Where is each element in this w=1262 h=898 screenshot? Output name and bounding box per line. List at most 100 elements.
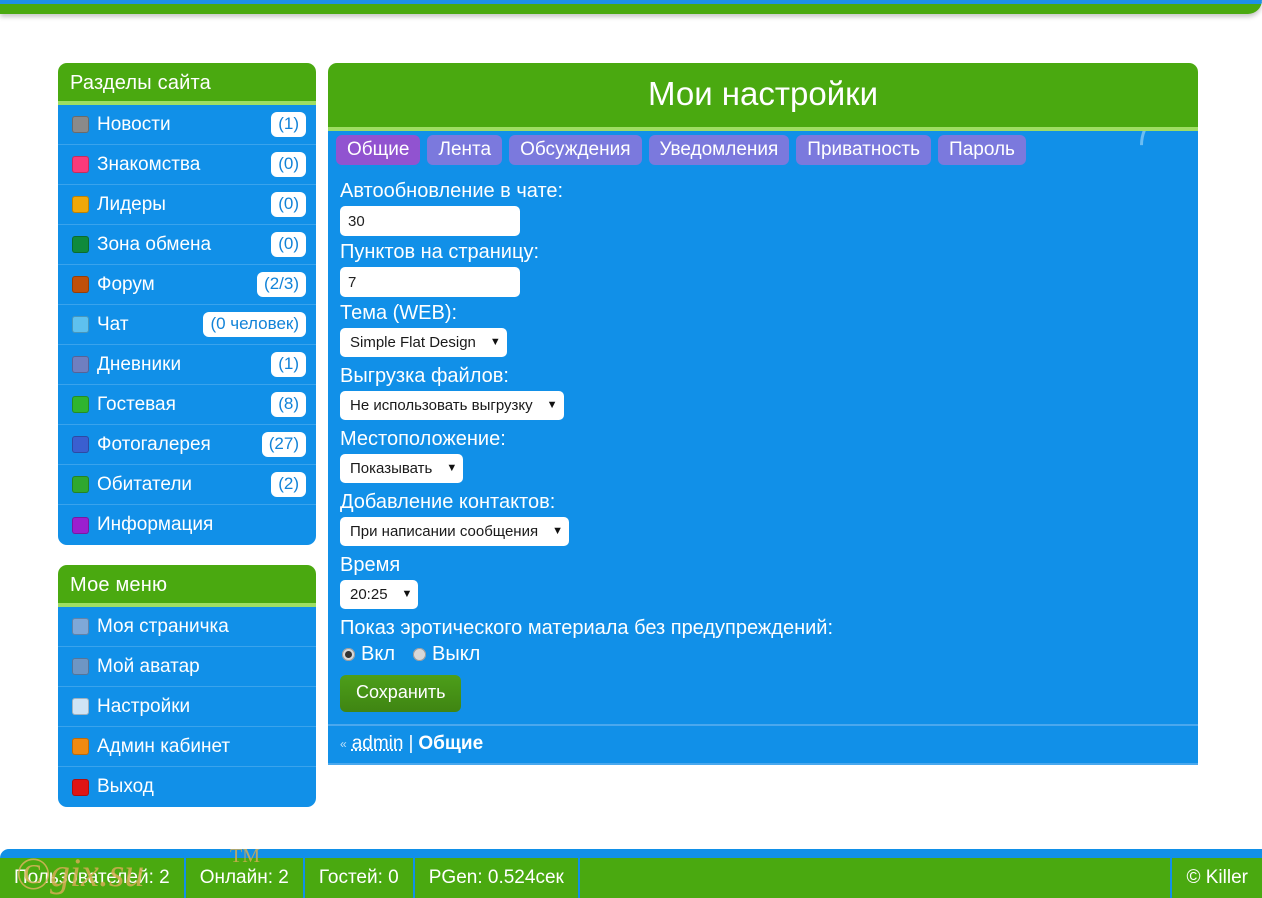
- radio-off-label[interactable]: Выкл: [432, 643, 480, 666]
- sidebar-header-mymenu: Мое меню: [58, 565, 316, 607]
- sidebar-item-8[interactable]: Гостевая (8): [58, 385, 316, 425]
- location-select[interactable]: Показывать ▼: [340, 454, 464, 483]
- sidebar-item-badge: (0 человек): [203, 312, 306, 337]
- sidebar-item-1[interactable]: Моя страничка: [58, 607, 316, 647]
- sidebar-item-badge: (0): [271, 192, 306, 217]
- breadcrumb-separator: |: [408, 733, 414, 754]
- sidebar-item-4[interactable]: Админ кабинет: [58, 727, 316, 767]
- radio-off[interactable]: [412, 648, 426, 661]
- tab-4[interactable]: Уведомления: [648, 135, 790, 165]
- sidebar-item-2[interactable]: Мой аватар: [58, 647, 316, 687]
- breadcrumb-user-link[interactable]: admin: [352, 733, 404, 755]
- sidebar-item-3[interactable]: Лидеры (0): [58, 185, 316, 225]
- label-theme: Тема (WEB):: [340, 302, 458, 324]
- label-contacts: Добавление контактов:: [340, 491, 556, 513]
- upload-select[interactable]: Не использовать выгрузку ▼: [340, 391, 564, 420]
- sidebar-item-5[interactable]: Форум (2/3): [58, 265, 316, 305]
- sidebar-item-1[interactable]: Новости (1): [58, 105, 316, 145]
- sidebar-item-badge: (0): [271, 152, 306, 177]
- chat-icon: [72, 316, 89, 333]
- sidebar-list-mymenu: Моя страничка Мой аватар Настройки Админ ка…: [58, 607, 316, 807]
- sidebar-item-badge: (27): [261, 432, 306, 457]
- sidebar-item-badge: (2/3): [257, 272, 306, 297]
- sidebar-item-badge: (0): [271, 232, 306, 257]
- admin-icon: [72, 738, 89, 755]
- sidebar-item-badge: (1): [271, 352, 306, 377]
- sidebar-item-label: Админ кабинет: [97, 735, 231, 757]
- sidebar-item-9[interactable]: Фотогалерея (27): [58, 425, 316, 465]
- theme-select[interactable]: Simple Flat Design ▼: [340, 328, 507, 357]
- sidebar-item-label: Мой аватар: [97, 655, 200, 677]
- label-items-per-page: Пунктов на страницу:: [340, 241, 539, 263]
- sidebar-item-label: Информация: [97, 514, 214, 535]
- theme-select-value: Simple Flat Design: [350, 334, 476, 351]
- sidebar-item-7[interactable]: Дневники (1): [58, 345, 316, 385]
- users-icon: [72, 476, 89, 493]
- label-location: Местоположение:: [340, 428, 506, 450]
- sidebar-item-label: Гостевая: [97, 393, 176, 415]
- guestbook-icon: [72, 396, 89, 413]
- contacts-select[interactable]: При написании сообщения ▼: [340, 517, 569, 546]
- tab-2[interactable]: Лента: [427, 135, 503, 165]
- save-button[interactable]: Сохранить: [340, 675, 462, 712]
- sidebar-item-2[interactable]: Знакомства (0): [58, 145, 316, 185]
- tab-bar: Общие Лента Обсуждения Уведомления Приватнос…: [328, 131, 1198, 167]
- photo-icon: [72, 436, 89, 453]
- sidebar-item-label: Чат: [97, 313, 129, 335]
- sidebar-item-label: Моя страничка: [97, 615, 229, 637]
- sidebar-list-sections: Новости (1) Знакомства (0) Лидеры (0) Зона обм…: [58, 105, 316, 545]
- news-icon: [72, 116, 89, 133]
- page-root: Разделы сайта Новости (1) Знакомства (0) Лид…: [0, 0, 1262, 898]
- top-accent-bar: [0, 0, 1262, 14]
- sidebar-block-sections: Разделы сайта Новости (1) Знакомства (0) Лид…: [58, 63, 316, 545]
- sidebar-item-4[interactable]: Зона обмена (0): [58, 225, 316, 265]
- footer-copyright: © Killer: [1186, 867, 1248, 888]
- sidebar-item-label: Фотогалерея: [97, 433, 211, 455]
- label-time: Время: [340, 554, 401, 576]
- tabs: Общие Лента Обсуждения Уведомления Приватнос…: [336, 135, 1198, 165]
- erotic-content-radio-group: Вкл Выкл: [342, 643, 1198, 666]
- sidebar-item-6[interactable]: Чат (0 человек): [58, 305, 316, 345]
- chevron-down-icon: ▼: [546, 399, 558, 411]
- footer-cell-users: Пользователей: 2: [0, 858, 186, 898]
- label-upload: Выгрузка файлов:: [340, 365, 509, 387]
- radio-on[interactable]: [342, 648, 355, 661]
- chevron-down-icon: ▼: [552, 525, 563, 537]
- gear-icon: [72, 698, 89, 715]
- breadcrumb-back-icon[interactable]: «: [340, 737, 347, 751]
- radio-on-label[interactable]: Вкл: [361, 643, 395, 666]
- contacts-select-value: При написании сообщения: [350, 523, 539, 540]
- location-select-value: Показывать: [350, 460, 433, 477]
- forum-icon: [72, 276, 89, 293]
- chat-refresh-input[interactable]: [340, 206, 520, 236]
- avatar-icon: [72, 658, 89, 675]
- sidebar-item-label: Знакомства: [97, 153, 201, 175]
- sidebar-item-label: Зона обмена: [97, 233, 212, 255]
- diary-icon: [72, 356, 89, 373]
- sidebar-item-5[interactable]: Выход: [58, 767, 316, 807]
- sidebar-item-10[interactable]: Обитатели (2): [58, 465, 316, 505]
- sidebar: Разделы сайта Новости (1) Знакомства (0) Лид…: [58, 63, 316, 827]
- sidebar-item-3[interactable]: Настройки: [58, 687, 316, 727]
- sidebar-item-11[interactable]: Информация: [58, 505, 316, 545]
- sidebar-item-label: Настройки: [97, 695, 191, 717]
- tab-5[interactable]: Приватность: [796, 135, 932, 165]
- upload-select-value: Не использовать выгрузку: [350, 397, 533, 414]
- time-select-value: 20:25: [350, 586, 388, 603]
- sidebar-item-badge: (8): [271, 392, 306, 417]
- info-icon: [72, 516, 89, 534]
- tab-1[interactable]: Общие: [336, 135, 421, 165]
- settings-form: Автообновление в чате: Пунктов на страни…: [328, 167, 1198, 724]
- time-select[interactable]: 20:25 ▼: [340, 580, 419, 609]
- sidebar-item-label: Новости: [97, 113, 171, 135]
- sidebar-item-badge: (1): [271, 112, 306, 137]
- power-icon: [72, 778, 89, 796]
- sidebar-item-badge: (2): [271, 472, 306, 497]
- footer: Пользователей: 2 Онлайн: 2 Гостей: 0 PGe…: [0, 858, 1262, 898]
- tab-6[interactable]: Пароль: [938, 135, 1026, 165]
- sidebar-item-label: Форум: [97, 273, 155, 295]
- tab-3[interactable]: Обсуждения: [509, 135, 642, 165]
- sidebar-block-mymenu: Мое меню Моя страничка Мой аватар Настройк…: [58, 565, 316, 807]
- items-per-page-input[interactable]: [340, 267, 520, 297]
- trophy-icon: [72, 196, 89, 213]
